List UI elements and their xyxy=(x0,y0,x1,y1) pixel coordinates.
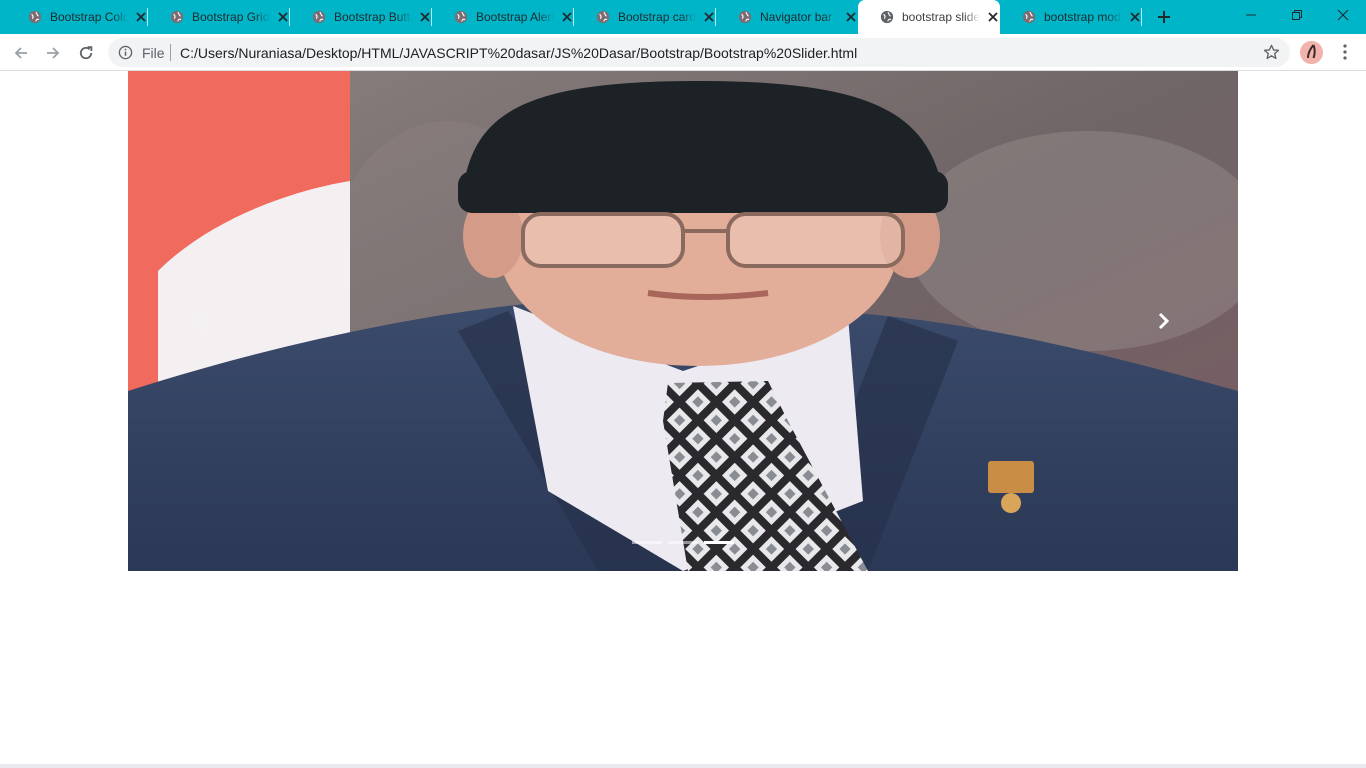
back-button[interactable] xyxy=(8,40,34,66)
chevron-left-icon xyxy=(196,312,208,330)
minimize-icon xyxy=(1246,14,1256,16)
window-bottom-edge xyxy=(0,764,1366,768)
close-icon xyxy=(1337,9,1349,21)
close-icon xyxy=(988,12,998,22)
tab-title: Navigator bar xyxy=(760,10,833,24)
kebab-menu-icon xyxy=(1343,44,1347,60)
browser-tab[interactable]: Bootstrap Buttons xyxy=(290,0,432,34)
browser-tab[interactable]: bootstrap modal xyxy=(1000,0,1142,34)
profile-avatar[interactable] xyxy=(1300,41,1323,64)
carousel-indicator[interactable] xyxy=(668,541,698,544)
globe-icon xyxy=(28,10,42,24)
tab-title: Bootstrap Colors xyxy=(50,10,128,24)
globe-icon xyxy=(596,10,610,24)
globe-icon xyxy=(454,10,468,24)
chevron-right-icon xyxy=(1158,312,1170,330)
globe-icon xyxy=(738,10,752,24)
reload-icon xyxy=(79,46,93,60)
restore-button[interactable] xyxy=(1274,0,1320,30)
close-icon xyxy=(136,12,146,22)
tab-close-button[interactable] xyxy=(276,10,290,24)
carousel-indicator[interactable] xyxy=(632,541,662,544)
tab-close-button[interactable] xyxy=(986,10,1000,24)
close-icon xyxy=(278,12,288,22)
carousel-indicator[interactable] xyxy=(704,541,734,544)
forward-button[interactable] xyxy=(40,40,66,66)
browser-toolbar: File C:/Users/Nuraniasa/Desktop/HTML/JAV… xyxy=(0,34,1366,71)
forward-arrow-icon xyxy=(47,47,60,59)
tab-title: bootstrap slider xyxy=(902,10,980,24)
browser-tab[interactable]: Bootstrap Grid xyxy=(148,0,290,34)
close-icon xyxy=(704,12,714,22)
tab-close-button[interactable] xyxy=(702,10,716,24)
scheme-label: File xyxy=(142,45,165,61)
reload-button[interactable] xyxy=(73,40,99,66)
globe-icon xyxy=(170,10,184,24)
tab-title: bootstrap modal xyxy=(1044,10,1122,24)
globe-icon xyxy=(880,10,894,24)
tab-separator xyxy=(1141,8,1142,26)
address-divider xyxy=(170,44,171,61)
tab-close-button[interactable] xyxy=(844,10,858,24)
plus-icon xyxy=(1158,11,1170,23)
tab-close-button[interactable] xyxy=(1128,10,1142,24)
slide-image xyxy=(128,71,1238,571)
browser-tab[interactable]: bootstrap slider xyxy=(858,0,1000,34)
star-icon[interactable] xyxy=(1262,43,1281,62)
back-arrow-icon xyxy=(14,47,27,59)
close-icon xyxy=(420,12,430,22)
new-tab-button[interactable] xyxy=(1152,5,1176,29)
close-icon xyxy=(562,12,572,22)
carousel-next-control[interactable] xyxy=(1088,71,1238,571)
tab-close-button[interactable] xyxy=(560,10,574,24)
tab-close-button[interactable] xyxy=(418,10,432,24)
globe-icon xyxy=(312,10,326,24)
address-bar[interactable]: File C:/Users/Nuraniasa/Desktop/HTML/JAV… xyxy=(108,38,1290,67)
restore-icon xyxy=(1292,10,1302,20)
url-text[interactable]: C:/Users/Nuraniasa/Desktop/HTML/JAVASCRI… xyxy=(180,45,857,61)
carousel-indicators xyxy=(128,541,1238,547)
tab-close-button[interactable] xyxy=(134,10,148,24)
browser-tab[interactable]: Bootstrap card xyxy=(574,0,716,34)
carousel-prev-control[interactable] xyxy=(128,71,278,571)
tab-title: Bootstrap card xyxy=(618,10,696,24)
tab-title: Bootstrap Grid xyxy=(192,10,270,24)
close-icon xyxy=(846,12,856,22)
browser-tab[interactable]: Navigator bar xyxy=(716,0,858,34)
close-icon xyxy=(1130,12,1140,22)
browser-menu-button[interactable] xyxy=(1334,41,1356,63)
tab-strip: Bootstrap Colors Bootstrap Grid Bootstrap … xyxy=(0,0,1366,34)
image-carousel xyxy=(128,71,1238,571)
minimize-button[interactable] xyxy=(1228,0,1274,30)
browser-tab[interactable]: Bootstrap Alerts xyxy=(432,0,574,34)
info-icon[interactable] xyxy=(118,45,133,60)
close-window-button[interactable] xyxy=(1320,0,1366,30)
browser-tab[interactable]: Bootstrap Colors xyxy=(6,0,148,34)
tab-title: Bootstrap Alerts xyxy=(476,10,554,24)
globe-icon xyxy=(1022,10,1036,24)
avatar-icon xyxy=(1300,41,1323,64)
tab-title: Bootstrap Buttons xyxy=(334,10,412,24)
